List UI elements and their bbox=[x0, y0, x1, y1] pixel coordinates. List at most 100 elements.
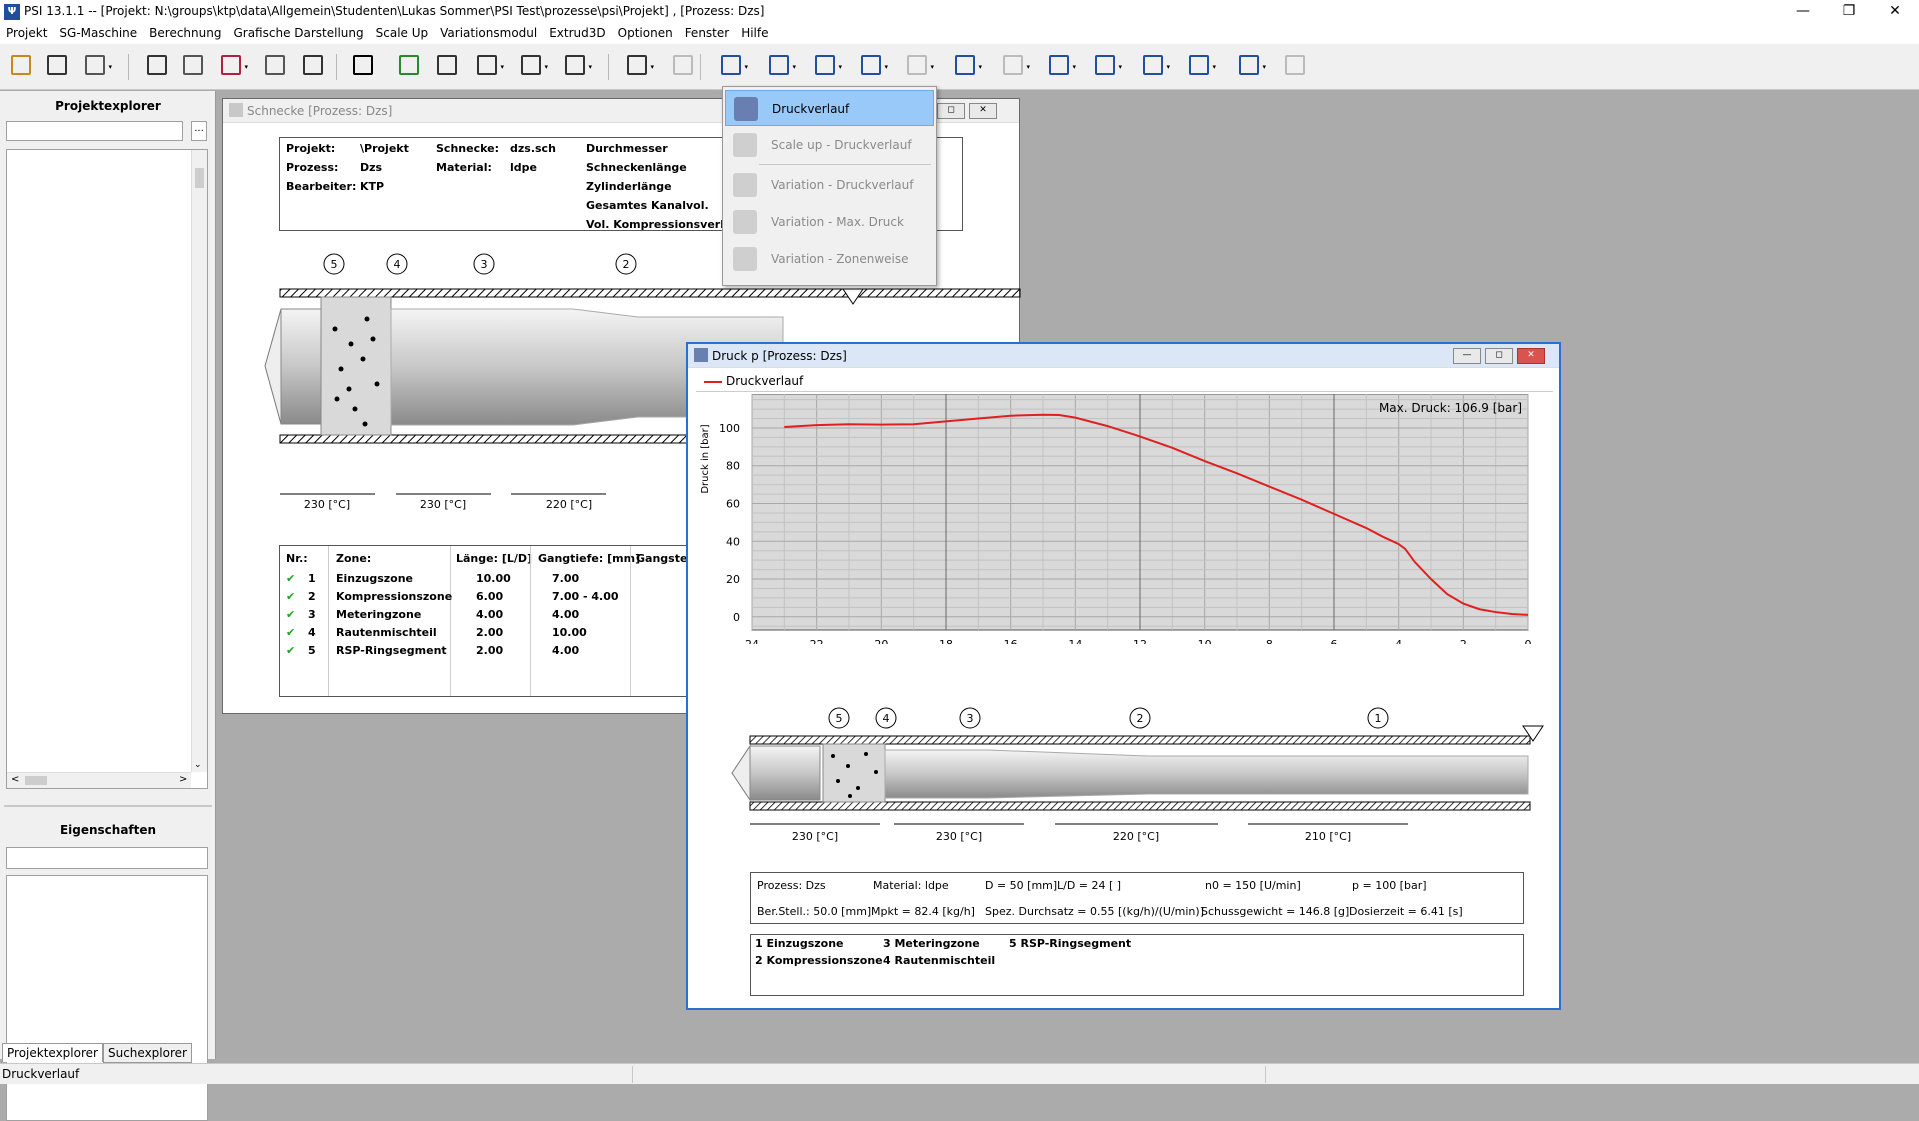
pressure-chart: 020406080100242220181614121086420l/dDruc… bbox=[700, 394, 1532, 644]
dropdown-arrow-icon[interactable]: ▾ bbox=[838, 63, 842, 71]
s-button[interactable]: ▾ bbox=[952, 52, 982, 80]
open-folder-button[interactable] bbox=[8, 52, 38, 80]
pi-button[interactable]: ▾ bbox=[1186, 52, 1216, 80]
druck-minimize-button[interactable]: — bbox=[1453, 348, 1481, 364]
toolbar-separator bbox=[336, 54, 337, 80]
zone-number-circles: 5 4 3 2 1 bbox=[828, 707, 1389, 729]
schnecke-close-button[interactable]: ✕ bbox=[969, 103, 997, 119]
dropdown-item-variation-zonenweise[interactable]: Variation - Zonenweise bbox=[725, 241, 934, 277]
tab-suchexplorer[interactable]: Suchexplorer bbox=[102, 1043, 192, 1063]
dropdown-arrow-icon[interactable]: ▾ bbox=[244, 63, 248, 71]
gamma-button[interactable]: ▾ bbox=[1140, 52, 1170, 80]
menu-projekt[interactable]: Projekt bbox=[0, 24, 53, 40]
rsv-button[interactable]: ▾ bbox=[766, 52, 796, 80]
minimize-button[interactable]: — bbox=[1780, 0, 1826, 24]
schnecke-restore-button[interactable]: ◻ bbox=[937, 103, 965, 119]
dropdown-arrow-icon[interactable]: ▾ bbox=[500, 63, 504, 71]
dropdown-arrow-icon[interactable]: ▾ bbox=[1072, 63, 1076, 71]
sel-button[interactable] bbox=[1282, 52, 1312, 80]
material-button[interactable]: ▾ bbox=[218, 52, 248, 80]
dropdown-arrow-icon[interactable]: ▾ bbox=[1212, 63, 1216, 71]
window-titlebar: Ψ PSI 13.1.1 -- [Projekt: N:\groups\ktp\… bbox=[0, 0, 1919, 24]
projekt-search-input[interactable] bbox=[6, 121, 183, 141]
druck-close-button[interactable]: ✕ bbox=[1517, 348, 1545, 364]
scroll-left-icon[interactable]: < bbox=[11, 774, 19, 785]
vertical-scrollbar[interactable]: ⌄ bbox=[191, 150, 207, 772]
dropdown-arrow-icon[interactable]: ▾ bbox=[650, 63, 654, 71]
w-button[interactable]: ▾ bbox=[858, 52, 888, 80]
menu-grafische-darstellung[interactable]: Grafische Darstellung bbox=[227, 24, 369, 40]
cylinder-button[interactable] bbox=[180, 52, 210, 80]
tab-projektexplorer[interactable]: Projektexplorer bbox=[2, 1043, 103, 1062]
dropdown-arrow-icon[interactable]: ▾ bbox=[1026, 63, 1030, 71]
dropdown-arrow-icon[interactable]: ▾ bbox=[1166, 63, 1170, 71]
hammer-button[interactable] bbox=[262, 52, 292, 80]
print-icon bbox=[85, 55, 105, 75]
panel-splitter[interactable] bbox=[4, 805, 212, 807]
menu-fenster[interactable]: Fenster bbox=[679, 24, 736, 40]
temp-button[interactable]: ▾ bbox=[904, 52, 934, 80]
close-button[interactable]: ✕ bbox=[1872, 0, 1918, 24]
c-button[interactable]: ▾ bbox=[812, 52, 842, 80]
menu-sg-maschine[interactable]: SG-Maschine bbox=[53, 24, 143, 40]
fn-button[interactable]: ▾ bbox=[1000, 52, 1030, 80]
info-durchsatz: Spez. Durchsatz = 0.55 [(kg/h)/(U/min)] bbox=[985, 905, 1204, 918]
dropdown-item-variation-max-druck[interactable]: Variation - Max. Druck bbox=[725, 204, 934, 240]
scroll-down-icon[interactable]: ⌄ bbox=[194, 760, 202, 770]
dropdown-arrow-icon[interactable]: ▾ bbox=[1118, 63, 1122, 71]
dropdown-arrow-icon[interactable]: ▾ bbox=[744, 63, 748, 71]
print-button[interactable]: ▾ bbox=[82, 52, 112, 80]
zones-legend-item: 3 Meteringzone bbox=[883, 937, 980, 950]
dropdown-arrow-icon[interactable]: ▾ bbox=[588, 63, 592, 71]
dropdown-arrow-icon[interactable]: ▾ bbox=[792, 63, 796, 71]
list-icon bbox=[627, 55, 647, 75]
x-tick-label: 16 bbox=[1004, 638, 1018, 644]
menu-variationsmodul[interactable]: Variationsmodul bbox=[434, 24, 543, 40]
dropdown-item-scale-up-druckverlauf[interactable]: Scale up - Druckverlauf bbox=[725, 127, 934, 163]
calc-button[interactable]: ▾ bbox=[562, 52, 592, 80]
dropdown-item-variation-druckverlauf[interactable]: Variation - Druckverlauf bbox=[725, 167, 934, 203]
menu-scale-up[interactable]: Scale Up bbox=[370, 24, 435, 40]
grid-button[interactable] bbox=[396, 52, 426, 80]
tau-button[interactable]: ▾ bbox=[1046, 52, 1076, 80]
cell-laenge: 10.00 bbox=[476, 572, 511, 585]
projekt-tree[interactable]: ⌄ < > bbox=[6, 149, 208, 789]
nozzle-button[interactable] bbox=[300, 52, 330, 80]
dropdown-arrow-icon[interactable]: ▾ bbox=[884, 63, 888, 71]
menu-bar: Projekt SG-Maschine Berechnung Grafische Da… bbox=[0, 24, 1919, 44]
druck-restore-button[interactable]: ◻ bbox=[1485, 348, 1513, 364]
sigma-button[interactable]: ▾ bbox=[1236, 52, 1266, 80]
flow-button[interactable]: ▾ bbox=[518, 52, 548, 80]
restore-button[interactable]: ❐ bbox=[1826, 0, 1872, 24]
theta-button[interactable]: ▾ bbox=[1092, 52, 1122, 80]
schnecke-value: dzs.sch bbox=[510, 142, 556, 155]
druck-window[interactable]: Druck p [Prozess: Dzs] — ◻ ✕ Druckverlau… bbox=[686, 342, 1561, 1010]
menu-optionen[interactable]: Optionen bbox=[612, 24, 679, 40]
viscosity-button[interactable] bbox=[434, 52, 464, 80]
scroll-right-icon[interactable]: > bbox=[179, 774, 187, 785]
cell-tiefe: 4.00 bbox=[552, 644, 580, 657]
menu-berechnung[interactable]: Berechnung bbox=[143, 24, 227, 40]
rsp-button[interactable] bbox=[670, 52, 700, 80]
machine-button[interactable] bbox=[144, 52, 174, 80]
dropdown-item-druckverlauf[interactable]: Druckverlauf bbox=[725, 90, 934, 126]
menu-hilfe[interactable]: Hilfe bbox=[735, 24, 774, 40]
properties-selector[interactable] bbox=[6, 847, 208, 869]
screw-shaft bbox=[884, 749, 1529, 799]
list-button[interactable]: ▾ bbox=[624, 52, 654, 80]
dropdown-arrow-icon[interactable]: ▾ bbox=[930, 63, 934, 71]
horizontal-scrollbar[interactable]: < > bbox=[7, 772, 191, 788]
dropdown-arrow-icon[interactable]: ▾ bbox=[544, 63, 548, 71]
druck-window-titlebar[interactable]: Druck p [Prozess: Dzs] — ◻ ✕ bbox=[688, 344, 1559, 368]
dropdown-arrow-icon[interactable]: ▾ bbox=[1262, 63, 1266, 71]
menu-extrud3d[interactable]: Extrud3D bbox=[543, 24, 611, 40]
druck-button[interactable]: ▾ bbox=[718, 52, 748, 80]
cell-nr: 2 bbox=[308, 590, 316, 603]
curve-button[interactable] bbox=[350, 52, 380, 80]
check-icon: ✔ bbox=[286, 626, 296, 639]
k-button[interactable]: ▾ bbox=[474, 52, 504, 80]
dropdown-arrow-icon[interactable]: ▾ bbox=[108, 63, 112, 71]
browse-button[interactable]: ... bbox=[191, 121, 207, 141]
dropdown-arrow-icon[interactable]: ▾ bbox=[978, 63, 982, 71]
save-button[interactable] bbox=[44, 52, 74, 80]
